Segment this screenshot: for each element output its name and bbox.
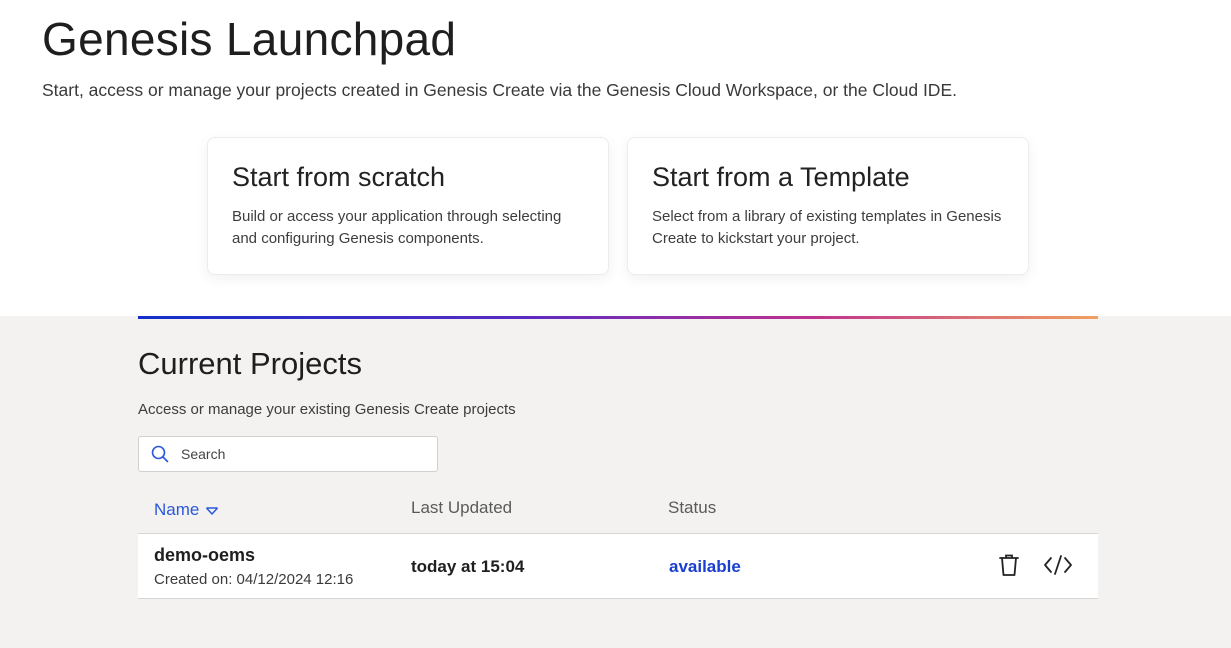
project-last-updated: today at 15:04 xyxy=(411,557,525,576)
status-badge: available xyxy=(669,557,741,576)
search-icon xyxy=(139,436,181,472)
page-title: Genesis Launchpad xyxy=(42,13,457,65)
column-header-name[interactable]: Name xyxy=(154,498,219,521)
search-box[interactable] xyxy=(138,436,438,472)
card-description: Build or access your application through… xyxy=(232,208,562,247)
card-title: Start from a Template xyxy=(652,162,910,192)
card-description: Select from a library of existing templa… xyxy=(652,208,1002,247)
gradient-divider xyxy=(138,316,1098,319)
launchpad-header-area: Genesis Launchpad Start, access or manag… xyxy=(0,0,1231,316)
start-from-scratch-card[interactable]: Start from scratch Build or access your … xyxy=(207,137,609,275)
section-title: Current Projects xyxy=(138,346,362,381)
column-header-status[interactable]: Status xyxy=(668,498,716,518)
project-created-date: Created on: 04/12/2024 12:16 xyxy=(154,571,354,588)
code-icon xyxy=(1043,554,1073,581)
page-subtitle: Start, access or manage your projects cr… xyxy=(42,80,957,100)
current-projects-section: Current Projects Access or manage your e… xyxy=(0,316,1231,648)
project-name: demo-oems xyxy=(154,545,256,565)
trash-icon xyxy=(998,553,1020,582)
table-row[interactable]: demo-oems Created on: 04/12/2024 12:16 t… xyxy=(138,533,1098,599)
chevron-down-icon xyxy=(205,501,219,521)
search-input[interactable] xyxy=(181,439,421,469)
start-from-template-card[interactable]: Start from a Template Select from a libr… xyxy=(627,137,1029,275)
column-header-last-updated[interactable]: Last Updated xyxy=(411,498,512,518)
section-subtitle: Access or manage your existing Genesis C… xyxy=(138,401,516,418)
delete-project-button[interactable] xyxy=(993,551,1025,583)
card-title: Start from scratch xyxy=(232,162,446,192)
open-in-ide-button[interactable] xyxy=(1042,551,1074,583)
column-header-label: Name xyxy=(154,499,200,519)
